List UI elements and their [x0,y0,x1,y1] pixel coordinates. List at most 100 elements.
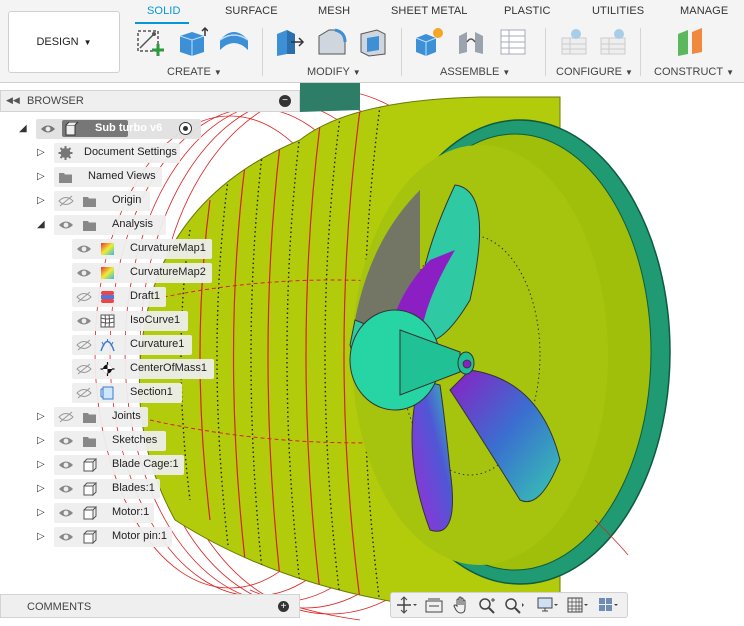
browser-item-origin[interactable]: ▷ Origin [0,191,200,211]
browser-title: BROWSER [27,95,84,107]
fillet-icon[interactable] [315,26,347,58]
browser-item-label: CenterOfMass1 [130,362,208,374]
browser-panel-header: ◀◀ BROWSER − [0,90,300,112]
pan-icon[interactable] [451,596,473,614]
browser-item-motor-pin[interactable]: ▷ Motor pin:1 [0,527,200,547]
browser-item-document-settings[interactable]: ▷ Document Settings [0,143,200,163]
browser-item-isocurve1[interactable]: IsoCurve1 [0,311,200,331]
browser-item-named-views[interactable]: ▷ Named Views [0,167,200,187]
comments-panel-header[interactable]: COMMENTS + [0,594,300,618]
tab-sheet-metal[interactable]: SHEET METAL [391,5,468,17]
shell-icon[interactable] [357,26,389,58]
browser-item-label: Origin [112,194,142,206]
expand-arrow-icon[interactable]: ▷ [37,195,45,206]
browser-item-label: Sketches [112,434,158,446]
modify-menu[interactable]: MODIFY ▼ [307,66,361,78]
look-at-icon[interactable] [423,596,445,614]
component-icon [83,530,97,544]
assemble-menu[interactable]: ASSEMBLE ▼ [440,66,510,78]
collapse-arrow-icon[interactable]: ◢ [19,123,27,134]
new-component-icon[interactable] [413,26,445,58]
bill-of-materials-icon[interactable] [497,26,529,58]
viewports-icon[interactable] [597,596,619,614]
joint-icon[interactable] [455,26,487,58]
folder-icon [83,221,96,231]
toolbar: DESIGN ▼ SOLID SURFACE MESH SHEET METAL P… [0,0,744,83]
curvature-map-icon [101,267,114,279]
extrude-icon[interactable] [176,26,208,58]
browser-item-label: Blade Cage:1 [112,458,179,470]
tab-utilities[interactable]: UTILITIES [592,5,644,17]
browser-item-blades[interactable]: ▷ Blades:1 [0,479,200,499]
browser-item-curvaturemap2[interactable]: CurvatureMap2 [0,263,220,283]
eye-hidden-icon[interactable] [76,291,92,303]
create-sketch-icon[interactable] [134,26,166,58]
workspace-label: DESIGN [36,36,79,48]
tab-mesh[interactable]: MESH [318,5,350,17]
eye-visible-icon[interactable] [76,315,92,327]
expand-arrow-icon[interactable]: ▷ [37,147,45,158]
eye-visible-icon[interactable] [58,459,74,471]
eye-hidden-icon[interactable] [58,195,74,207]
construct-menu[interactable]: CONSTRUCT ▼ [654,66,734,78]
browser-item-curvature1[interactable]: Curvature1 [0,335,200,355]
isocurve-icon [100,314,115,328]
expand-arrow-icon[interactable]: ▷ [37,171,45,182]
comments-title: COMMENTS [27,601,92,613]
tab-surface[interactable]: SURFACE [225,5,278,17]
browser-item-sketches[interactable]: ▷ Sketches [0,431,200,451]
browser-item-centerofmass1[interactable]: CenterOfMass1 [0,359,220,379]
browser-root-row[interactable]: ◢ Sub turbo v6 [0,119,210,139]
add-comment-icon[interactable]: + [278,601,289,612]
orbit-icon[interactable] [395,596,417,614]
collapse-arrow-icon[interactable]: ◢ [37,219,45,230]
tab-solid[interactable]: SOLID [147,5,181,17]
press-pull-icon[interactable] [273,26,305,58]
display-settings-icon[interactable] [536,596,558,614]
eye-visible-icon[interactable] [58,435,74,447]
minimize-panel-icon[interactable]: − [279,95,291,107]
revolve-icon[interactable] [218,26,250,58]
expand-arrow-icon[interactable]: ▷ [37,435,45,446]
browser-item-section1[interactable]: Section1 [0,383,200,403]
browser-item-label: Named Views [88,170,156,182]
root-chip: Sub turbo v6 [36,119,201,139]
component-icon [83,506,97,520]
expand-arrow-icon[interactable]: ▷ [37,531,45,542]
browser-item-blade-cage[interactable]: ▷ Blade Cage:1 [0,455,200,475]
workspace-switcher-button[interactable]: DESIGN ▼ [8,11,120,73]
eye-visible-icon[interactable] [76,267,92,279]
grid-settings-icon[interactable] [566,596,588,614]
eye-visible-icon[interactable] [58,507,74,519]
eye-visible-icon[interactable] [58,219,74,231]
eye-visible-icon[interactable] [40,123,56,135]
browser-item-curvaturemap1[interactable]: CurvatureMap1 [0,239,220,259]
expand-arrow-icon[interactable]: ▷ [37,459,45,470]
eye-hidden-icon[interactable] [76,387,92,399]
expand-arrow-icon[interactable]: ▷ [37,507,45,518]
eye-hidden-icon[interactable] [58,411,74,423]
create-menu[interactable]: CREATE ▼ [167,66,222,78]
browser-chip: IsoCurve1 [72,311,188,331]
eye-hidden-icon[interactable] [76,339,92,351]
eye-visible-icon[interactable] [58,483,74,495]
collapse-panel-icon[interactable]: ◀◀ [6,95,20,106]
zoom-icon[interactable] [477,596,499,614]
component-icon [65,122,79,136]
configure-table-icon[interactable] [558,26,590,58]
browser-item-joints[interactable]: ▷ Joints [0,407,200,427]
configure-menu[interactable]: CONFIGURE ▼ [556,66,633,78]
browser-item-motor[interactable]: ▷ Motor:1 [0,503,200,523]
eye-visible-icon[interactable] [58,531,74,543]
eye-visible-icon[interactable] [76,243,92,255]
configure-rule-icon[interactable] [597,26,629,58]
browser-item-analysis[interactable]: ◢ Analysis [0,215,200,235]
tab-plastic[interactable]: PLASTIC [504,5,551,17]
eye-hidden-icon[interactable] [76,363,92,375]
fit-icon[interactable] [503,596,525,614]
tab-manage[interactable]: MANAGE [680,5,728,17]
browser-item-draft1[interactable]: Draft1 [0,287,200,307]
expand-arrow-icon[interactable]: ▷ [37,411,45,422]
expand-arrow-icon[interactable]: ▷ [37,483,45,494]
offset-plane-icon[interactable] [674,26,706,58]
